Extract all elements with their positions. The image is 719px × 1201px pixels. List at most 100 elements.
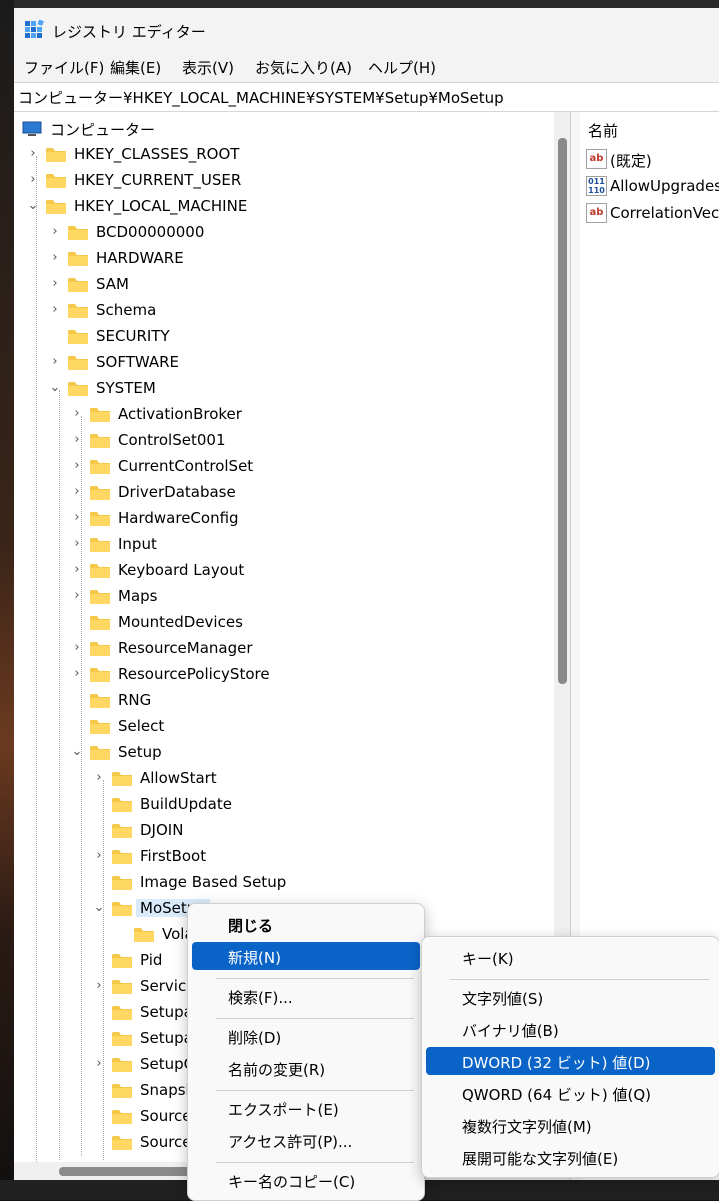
chevron-right-icon[interactable]: › [48, 251, 62, 265]
menu-item[interactable]: エクスポート(E) [192, 1094, 420, 1122]
chevron-right-icon[interactable]: › [26, 147, 40, 161]
chevron-right-icon[interactable]: › [48, 303, 62, 317]
tree-node-label: MountedDevices [118, 613, 243, 631]
tree-node-label: Setupa [140, 1003, 193, 1021]
folder-icon [112, 772, 132, 786]
tree-node-label: FirstBoot [140, 847, 207, 865]
tree-node-label: ActivationBroker [118, 405, 242, 423]
menu-item-4[interactable]: ヘルプ(H) [368, 57, 436, 78]
menu-item[interactable]: 閉じる [192, 910, 420, 938]
menu-item-label: 複数行文字列値(M) [462, 1118, 592, 1136]
tree-node-label: RNG [118, 691, 152, 709]
menu-item[interactable]: 名前の変更(R) [192, 1054, 420, 1082]
chevron-right-icon[interactable]: › [48, 355, 62, 369]
chevron-right-icon[interactable]: › [26, 173, 40, 187]
chevron-right-icon[interactable]: › [70, 485, 84, 499]
chevron-right-icon[interactable]: › [92, 771, 106, 785]
menu-item[interactable]: QWORD (64 ビット) 値(Q) [426, 1079, 715, 1107]
folder-icon [68, 304, 88, 318]
folder-icon [90, 408, 110, 422]
menu-item-0[interactable]: ファイル(F) [24, 57, 104, 78]
menu-item[interactable]: アクセス許可(P)... [192, 1126, 420, 1154]
menu-item[interactable]: バイナリ値(B) [426, 1015, 715, 1043]
menu-item-label: アクセス許可(P)... [228, 1133, 353, 1151]
menu-item-label: 削除(D) [228, 1029, 282, 1047]
menu-item[interactable]: 検索(F)... [192, 982, 420, 1010]
address-bar[interactable]: コンピューター¥HKEY_LOCAL_MACHINE¥SYSTEM¥Setup¥… [14, 82, 719, 112]
chevron-right-icon[interactable]: › [70, 667, 84, 681]
new-submenu: キー(K) 文字列値(S) バイナリ値(B) DWORD (32 ビット) 値(D) Q… [421, 936, 719, 1178]
folder-icon [112, 902, 132, 916]
folder-icon [90, 538, 110, 552]
menu-item-label: エクスポート(E) [228, 1101, 339, 1119]
folder-icon [112, 1110, 132, 1124]
name-column-header[interactable]: 名前 [588, 120, 618, 141]
chevron-right-icon[interactable]: › [70, 459, 84, 473]
tree-node-label: DJOIN [140, 821, 184, 839]
menu-item[interactable]: キー(K) [426, 943, 715, 971]
tree-guide-line [103, 780, 104, 1160]
chevron-down-icon[interactable]: ⌄ [70, 745, 84, 759]
chevron-right-icon[interactable]: › [70, 641, 84, 655]
chevron-right-icon[interactable]: › [48, 277, 62, 291]
menu-item[interactable]: 複数行文字列値(M) [426, 1111, 715, 1139]
menu-item-2[interactable]: 表示(V) [182, 57, 234, 78]
no-expander [70, 693, 84, 707]
folder-icon [112, 1084, 132, 1098]
folder-icon [112, 1032, 132, 1046]
value-name: CorrelationVect [610, 204, 719, 222]
folder-icon [112, 1006, 132, 1020]
menu-item[interactable]: 文字列値(S) [426, 983, 715, 1011]
chevron-right-icon[interactable]: › [92, 849, 106, 863]
menu-separator [450, 979, 709, 980]
folder-icon [112, 824, 132, 838]
menu-item-3[interactable]: お気に入り(A) [255, 57, 352, 78]
tree-node-label: ResourcePolicyStore [118, 665, 270, 683]
folder-icon [46, 200, 66, 214]
folder-icon [46, 174, 66, 188]
folder-icon [90, 486, 110, 500]
chevron-right-icon[interactable]: › [70, 511, 84, 525]
tree-node-label: HARDWARE [96, 249, 184, 267]
menu-item-label: 展開可能な文字列値(E) [462, 1150, 619, 1168]
tree-node-label: BCD00000000 [96, 223, 205, 241]
chevron-down-icon[interactable]: ⌄ [48, 381, 62, 395]
menu-separator [216, 978, 414, 979]
menu-separator [216, 1018, 414, 1019]
tree-vertical-scroll-thumb[interactable] [558, 138, 567, 684]
chevron-right-icon[interactable]: › [92, 979, 106, 993]
no-expander [92, 1031, 106, 1045]
tree-node-label: SYSTEM [96, 379, 156, 397]
chevron-right-icon[interactable]: › [70, 433, 84, 447]
chevron-down-icon[interactable]: ⌄ [26, 199, 40, 213]
no-expander [114, 927, 128, 941]
folder-icon [68, 252, 88, 266]
chevron-right-icon[interactable]: › [70, 563, 84, 577]
folder-icon [112, 1058, 132, 1072]
menu-item-1[interactable]: 編集(E) [110, 57, 161, 78]
title-bar[interactable]: レジストリ エディター [14, 8, 719, 50]
chevron-right-icon[interactable]: › [70, 407, 84, 421]
no-expander [92, 823, 106, 837]
tree-node-label: AllowStart [140, 769, 217, 787]
menu-item[interactable]: DWORD (32 ビット) 値(D) [426, 1047, 715, 1075]
tree-node-label: Source [140, 1107, 192, 1125]
folder-icon [90, 512, 110, 526]
chevron-right-icon[interactable]: › [70, 589, 84, 603]
menu-item[interactable]: 新規(N) › [192, 942, 420, 970]
tree-node-label: SAM [96, 275, 130, 293]
tree-node-label: コンピューター [50, 121, 156, 139]
tree-node-label: Select [118, 717, 165, 735]
address-path[interactable]: コンピューター¥HKEY_LOCAL_MACHINE¥SYSTEM¥Setup¥… [18, 87, 504, 108]
chevron-right-icon[interactable]: › [70, 537, 84, 551]
folder-icon [90, 746, 110, 760]
folder-icon [90, 694, 110, 708]
chevron-right-icon[interactable]: › [48, 225, 62, 239]
menu-item[interactable]: キー名のコピー(C) [192, 1166, 420, 1194]
tree-node-label: Input [118, 535, 157, 553]
chevron-right-icon[interactable]: › [92, 1057, 106, 1071]
folder-icon [112, 798, 132, 812]
menu-item[interactable]: 削除(D) [192, 1022, 420, 1050]
chevron-down-icon[interactable]: ⌄ [92, 901, 106, 915]
menu-item[interactable]: 展開可能な文字列値(E) [426, 1143, 715, 1171]
